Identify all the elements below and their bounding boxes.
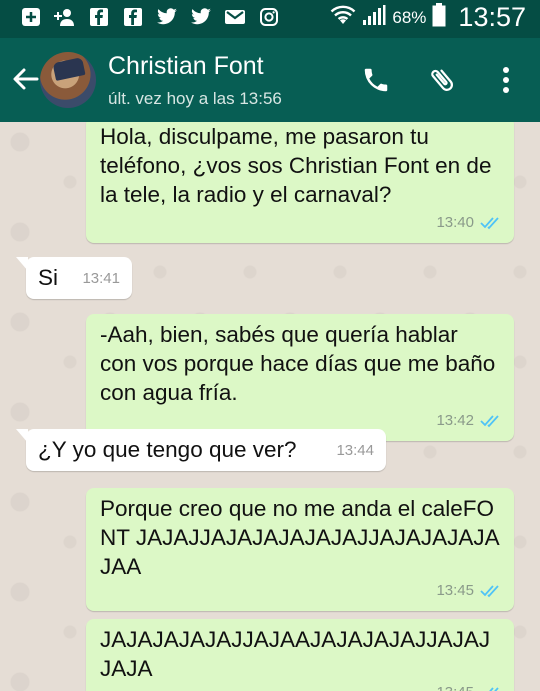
read-ticks-icon — [480, 216, 499, 229]
message-bubble[interactable]: JAJAJAJAJAJJAJAAJAJAJAJAJJAJAJJAJA 13:45 — [86, 619, 514, 691]
signal-icon — [362, 4, 386, 31]
message-time: 13:42 — [436, 412, 474, 429]
message-time: 13:41 — [82, 270, 120, 287]
status-time: 13:57 — [458, 2, 526, 32]
add-icon — [20, 6, 42, 28]
message-meta: 13:45 — [436, 678, 502, 691]
phone-icon[interactable] — [360, 64, 392, 96]
avatar[interactable] — [40, 52, 96, 108]
message-text: JAJAJAJAJAJJAJAAJAJAJAJAJJAJAJJAJA — [100, 627, 491, 681]
battery-icon — [432, 3, 446, 32]
last-seen-status: últ. vez hoy a las 13:56 — [108, 89, 282, 108]
message-time: 13:44 — [336, 442, 374, 459]
add-person-icon — [54, 6, 76, 28]
message-bubble[interactable]: Si 13:41 — [16, 257, 132, 299]
twitter-icon-2 — [190, 6, 212, 28]
message-bubble[interactable]: Porque creo que no me anda el caleFONT J… — [86, 488, 514, 611]
read-ticks-icon — [480, 414, 499, 427]
read-ticks-icon — [488, 686, 499, 691]
message-bubble[interactable]: ¿Y yo que tengo que ver? 13:44 — [16, 429, 386, 471]
message-text: ¿Y yo que tengo que ver? — [38, 437, 297, 462]
message-text: Porque creo que no me anda el caleFONT J… — [100, 496, 500, 579]
conversation[interactable]: Hola, disculpame, me pasaron tu teléfono… — [0, 122, 540, 691]
message-time: 13:45 — [436, 678, 474, 691]
back-arrow-icon[interactable] — [10, 64, 40, 94]
chat-header: Christian Font últ. vez hoy a las 13:56 — [0, 38, 540, 122]
paperclip-icon[interactable] — [426, 64, 458, 96]
message-meta: 13:44 — [336, 436, 374, 465]
message-time: 13:45 — [436, 582, 474, 599]
facebook-icon-2 — [122, 6, 144, 28]
gmail-icon — [224, 6, 246, 28]
more-options-icon[interactable] — [490, 64, 522, 96]
message-bubble[interactable]: -Aah, bien, sabés que quería hablar con … — [86, 314, 514, 441]
wifi-icon — [330, 4, 356, 31]
status-bar: 68% 13:57 — [0, 0, 540, 38]
message-meta: 13:42 — [436, 406, 502, 435]
status-indicators: 68% 13:57 — [330, 2, 526, 33]
message-text: Hola, disculpame, me pasaron tu teléfono… — [100, 124, 498, 207]
instagram-icon — [258, 6, 280, 28]
message-meta: 13:45 — [436, 576, 502, 605]
twitter-icon — [156, 6, 178, 28]
battery-percentage: 68% — [392, 7, 427, 27]
message-time: 13:40 — [436, 214, 474, 231]
read-ticks-icon — [480, 584, 499, 597]
notification-icons — [20, 6, 280, 28]
facebook-icon — [88, 6, 110, 28]
message-meta: 13:41 — [82, 264, 120, 293]
message-text: -Aah, bien, sabés que quería hablar con … — [100, 322, 502, 405]
message-bubble[interactable]: Hola, disculpame, me pasaron tu teléfono… — [86, 122, 514, 243]
message-meta: 13:40 — [436, 208, 502, 237]
contact-name[interactable]: Christian Font — [108, 52, 264, 81]
